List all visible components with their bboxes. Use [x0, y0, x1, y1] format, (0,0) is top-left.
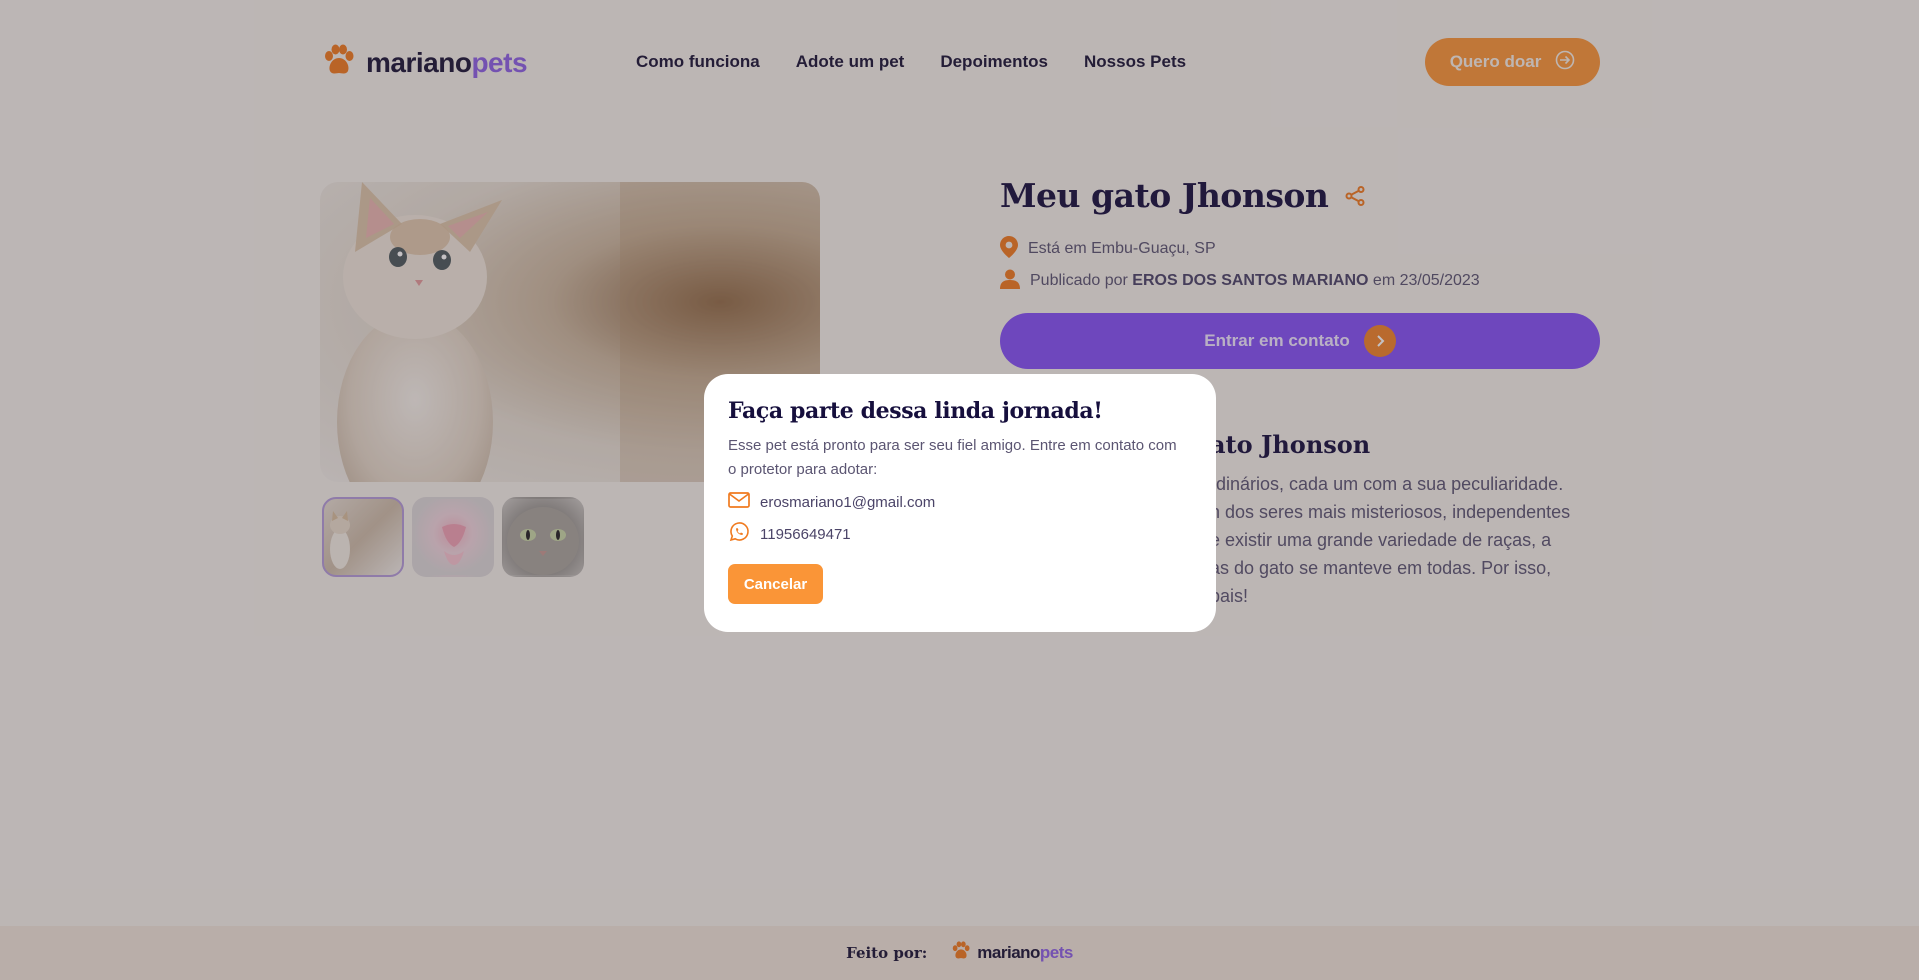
modal-description: Esse pet está pronto para ser seu fiel a…: [728, 437, 1177, 478]
modal-phone-row[interactable]: 11956649471: [728, 522, 1192, 546]
modal-phone: 11956649471: [760, 525, 851, 543]
modal-email-row[interactable]: erosmariano1@gmail.com: [728, 490, 1192, 514]
modal-email: erosmariano1@gmail.com: [760, 493, 936, 511]
cancel-button[interactable]: Cancelar: [728, 564, 823, 604]
modal-title: Faça parte dessa linda jornada!: [728, 398, 1103, 424]
contact-modal: Faça parte dessa linda jornada! Esse pet…: [704, 374, 1216, 632]
mail-icon: [728, 492, 750, 512]
whatsapp-icon: [728, 521, 750, 547]
